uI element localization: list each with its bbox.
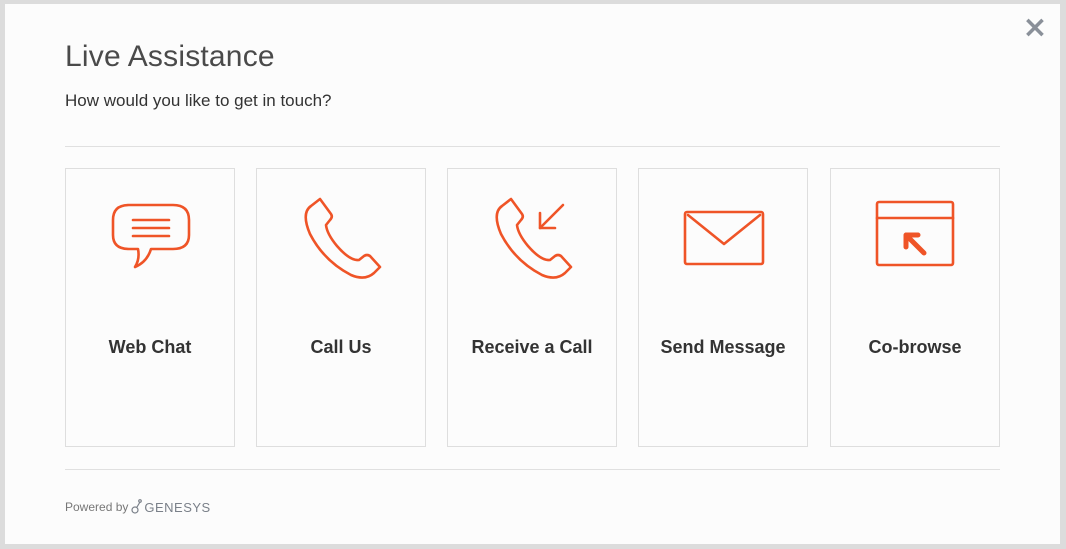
powered-by-footer: Powered by GENESYS [65,499,211,515]
top-divider [65,146,1000,147]
web-chat-label: Web Chat [108,337,192,357]
dialog-title: Live Assistance [65,40,275,73]
receive-a-call-option[interactable]: Receive a Call [447,168,617,447]
co-browse-label: Co-browse [868,337,962,357]
envelope-icon [674,199,774,287]
phone-icon [292,197,392,287]
cobrowse-window-icon [866,199,966,287]
web-chat-option[interactable]: Web Chat [65,168,235,447]
live-assistance-dialog: × Live Assistance How would you like to … [5,4,1060,544]
close-icon[interactable]: × [1022,13,1048,43]
genesys-logo-icon [131,499,143,514]
powered-by-text: Powered by [65,500,129,514]
dialog-subtitle: How would you like to get in touch? [65,91,332,110]
send-message-option[interactable]: Send Message [638,168,808,447]
co-browse-option[interactable]: Co-browse [830,168,1000,447]
bottom-divider [65,469,1000,470]
contact-options: Web Chat Call Us Receive a Call Send Mes… [65,168,1000,447]
chat-bubble-icon [101,199,201,287]
call-us-label: Call Us [310,337,372,357]
receive-a-call-label: Receive a Call [471,337,593,357]
phone-incoming-icon [483,197,583,287]
send-message-label: Send Message [660,337,786,357]
genesys-brand-text: GENESYS [144,499,211,515]
genesys-logo: GENESYS [131,499,210,515]
call-us-option[interactable]: Call Us [256,168,426,447]
